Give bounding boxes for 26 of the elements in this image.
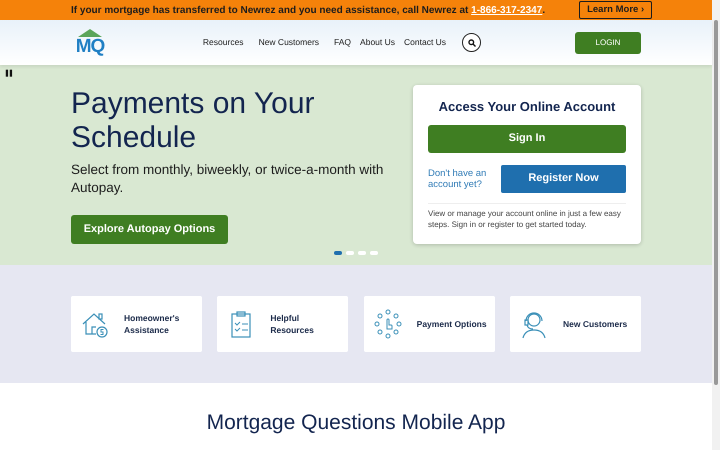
section-title: Mortgage Questions Mobile App bbox=[206, 410, 506, 436]
search-button[interactable] bbox=[462, 33, 482, 52]
hero-title: Payments on Your Schedule bbox=[71, 87, 316, 155]
nav-link[interactable]: Contact Us bbox=[404, 36, 446, 49]
nav-link[interactable]: FAQ bbox=[334, 36, 352, 49]
logo[interactable]: MQ bbox=[71, 29, 109, 56]
banner-message: If your mortgage has transferred to Newrez and you need assistance, call Newrez at 1-866-317-2347. bbox=[71, 4, 546, 18]
register-prompt: Don't have an account yet? bbox=[428, 168, 488, 190]
search-icon bbox=[468, 38, 476, 46]
shortcut-tile[interactable]: Helpful Resources bbox=[217, 296, 348, 352]
shortcut-tile[interactable]: Payment Options bbox=[364, 296, 495, 352]
account-note: View or manage your account online in just a few easy steps. Sign in or register to get started today. bbox=[428, 202, 626, 230]
explore-autopay-button[interactable]: Explore Autopay Options bbox=[71, 215, 228, 244]
login-button[interactable]: LOGIN bbox=[574, 32, 641, 54]
hero-subtitle: Select from monthly, biweekly, or twice-a-month with Autopay. bbox=[71, 161, 384, 197]
nav-link[interactable]: New Customers bbox=[258, 36, 320, 49]
shortcut-tile[interactable]: Homeowner's Assistance bbox=[71, 296, 202, 352]
nav-link[interactable]: Resources bbox=[202, 36, 244, 49]
scrollbar[interactable] bbox=[712, 0, 720, 450]
shortcut-tile[interactable]: New Customers bbox=[510, 296, 641, 352]
learn-more-button[interactable]: Learn More › bbox=[579, 0, 652, 20]
sign-in-button[interactable]: Sign In bbox=[428, 124, 626, 152]
scrollbar-thumb[interactable] bbox=[714, 20, 718, 385]
nav-link[interactable]: About Us bbox=[360, 36, 396, 49]
card-title: Access Your Online Account bbox=[438, 98, 616, 116]
register-button[interactable]: Register Now bbox=[501, 164, 626, 192]
